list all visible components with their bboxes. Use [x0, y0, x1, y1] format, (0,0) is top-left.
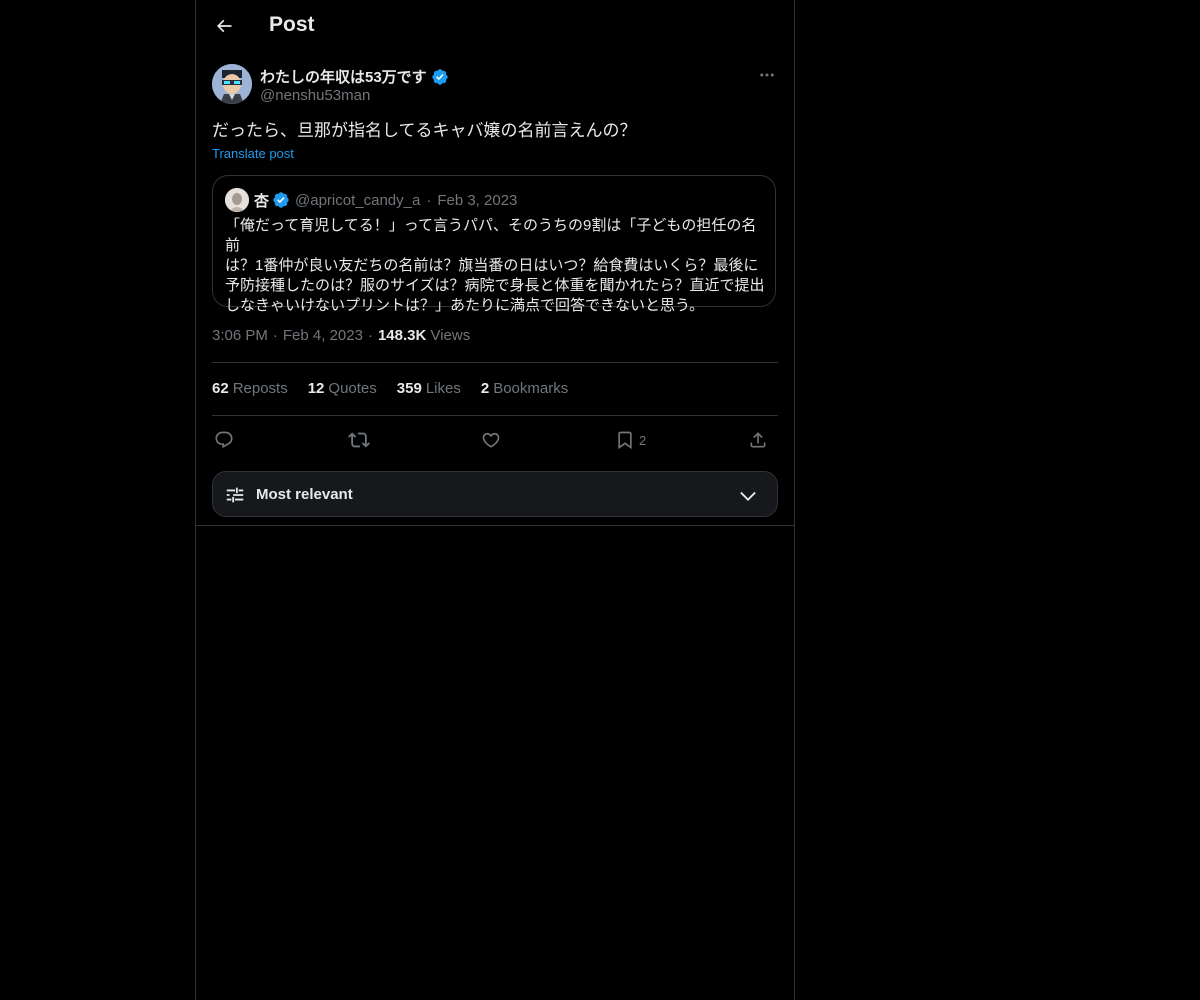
author-handle[interactable]: @nenshu53man [260, 87, 370, 104]
back-button[interactable] [209, 11, 239, 41]
reply-icon [215, 431, 233, 449]
post-meta: 3:06 PM · Feb 4, 2023 · 148.3K Views [212, 327, 470, 344]
chevron-down-icon [740, 491, 756, 501]
post-date[interactable]: Feb 4, 2023 [283, 327, 363, 344]
separator-dot: · [272, 327, 278, 344]
post-detail-column: Post わたしの年収は53万です @nenshu53man だったら、旦那が指… [195, 0, 795, 1000]
quoted-author-avatar [225, 188, 249, 212]
arrow-left-icon [216, 19, 232, 33]
quoted-text-line: 予防接種したのは？服のサイズは？病院で身長と体重を聞かれたら？直近で提出 [225, 277, 765, 294]
post-author: わたしの年収は53万です @nenshu53man [212, 64, 778, 106]
reply-button[interactable] [214, 427, 234, 453]
quoted-text-line: しなきゃいけないプリントは？」あたりに満点で回答できないと思う。 [225, 297, 705, 314]
views-label: Views [430, 327, 471, 344]
sort-label: Most relevant [256, 486, 353, 503]
bookmark-button[interactable]: 2 [615, 427, 646, 453]
more-options-button[interactable] [756, 64, 778, 86]
reposts-stat[interactable]: 62 Reposts [212, 380, 288, 397]
divider [212, 415, 778, 416]
repost-button[interactable] [348, 427, 370, 453]
quotes-stat[interactable]: 12 Quotes [308, 380, 377, 397]
divider [212, 362, 778, 363]
reply-sort-dropdown[interactable]: Most relevant [212, 471, 778, 517]
more-horizontal-icon [760, 73, 774, 77]
page-title: Post [269, 13, 315, 36]
post-time[interactable]: 3:06 PM [212, 327, 268, 344]
quoted-post-date: Feb 3, 2023 [437, 191, 518, 209]
author-name[interactable]: わたしの年収は53万です [260, 66, 449, 87]
verified-badge-icon [273, 192, 289, 208]
post-text: だったら、旦那が指名してるキャバ嬢の名前言えんの？ [212, 121, 637, 140]
quoted-post-card[interactable]: 杏 @apricot_candy_a · Feb 3, 2023 「俺だって育児… [212, 175, 776, 314]
translate-post-link[interactable]: Translate post [212, 146, 294, 161]
separator-dot: · [426, 191, 432, 209]
repost-icon [348, 432, 370, 448]
verified-badge-icon [431, 68, 448, 85]
post-actions: 2 [212, 425, 778, 455]
post-stats: 62 Reposts 12 Quotes 359 Likes 2 Bookmarks [212, 380, 568, 397]
like-button[interactable] [481, 427, 501, 453]
quoted-post-header: 杏 @apricot_candy_a · Feb 3, 2023 [225, 188, 517, 212]
sliders-icon [226, 487, 244, 503]
share-icon [750, 432, 766, 448]
likes-stat[interactable]: 359 Likes [397, 380, 461, 397]
share-button[interactable] [748, 427, 768, 453]
bookmark-count: 2 [639, 432, 647, 448]
author-name-text: わたしの年収は53万です [260, 69, 427, 86]
quoted-author-name: 杏 [254, 192, 270, 210]
quoted-author-handle: @apricot_candy_a [295, 191, 421, 209]
author-avatar[interactable] [212, 64, 252, 104]
separator-dot: · [367, 327, 373, 344]
bookmarks-stat[interactable]: 2 Bookmarks [481, 380, 568, 397]
quoted-post-text: 「俺だって育児してる！」って言うパパ、そのうちの9割は「子どもの担任の名前 は？… [225, 216, 765, 316]
bookmark-icon [618, 431, 632, 450]
page-header: Post [196, 0, 794, 53]
views-count: 148.3K [377, 327, 427, 344]
quoted-text-line: は？1番仲が良い友だちの名前は？旗当番の日はいつ？給食費はいくら？最後に [225, 257, 759, 274]
quoted-text-line: 「俺だって育児してる！」って言うパパ、そのうちの9割は「子どもの担任の名前 [225, 217, 757, 254]
divider [196, 525, 794, 526]
heart-icon [482, 432, 500, 448]
